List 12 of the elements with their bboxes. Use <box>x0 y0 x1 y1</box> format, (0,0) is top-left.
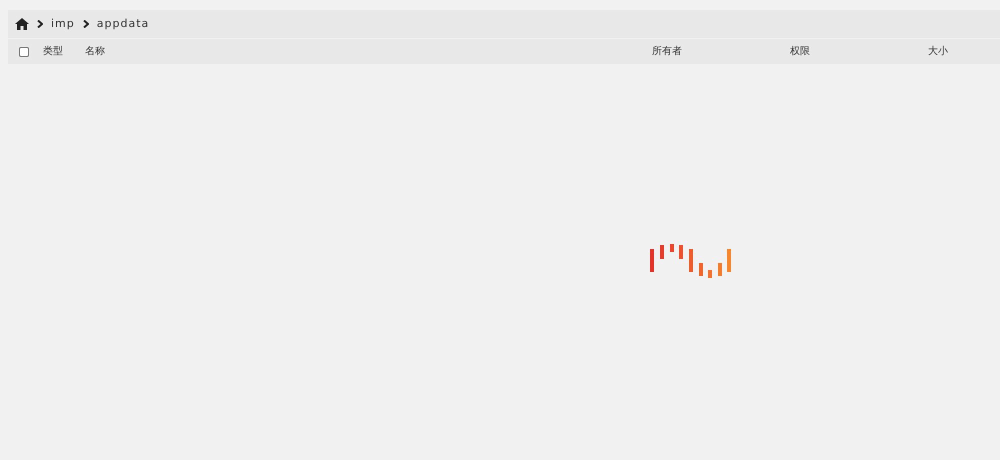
loading-spinner-icon <box>650 243 732 279</box>
chevron-icon <box>37 20 43 28</box>
breadcrumb-link[interactable]: imp <box>51 16 75 32</box>
column-header[interactable]: 权限 <box>790 46 810 57</box>
home-icon[interactable] <box>15 18 29 30</box>
breadcrumb-link[interactable]: appdata <box>96 16 150 32</box>
column-header[interactable]: 大小 <box>928 46 948 57</box>
column-header[interactable]: 名称 <box>85 46 105 57</box>
select-all-checkbox[interactable] <box>19 46 29 56</box>
column-header[interactable]: 类型 <box>43 46 63 57</box>
chevron-icon <box>82 20 89 28</box>
column-header[interactable]: 所有者 <box>652 46 682 57</box>
